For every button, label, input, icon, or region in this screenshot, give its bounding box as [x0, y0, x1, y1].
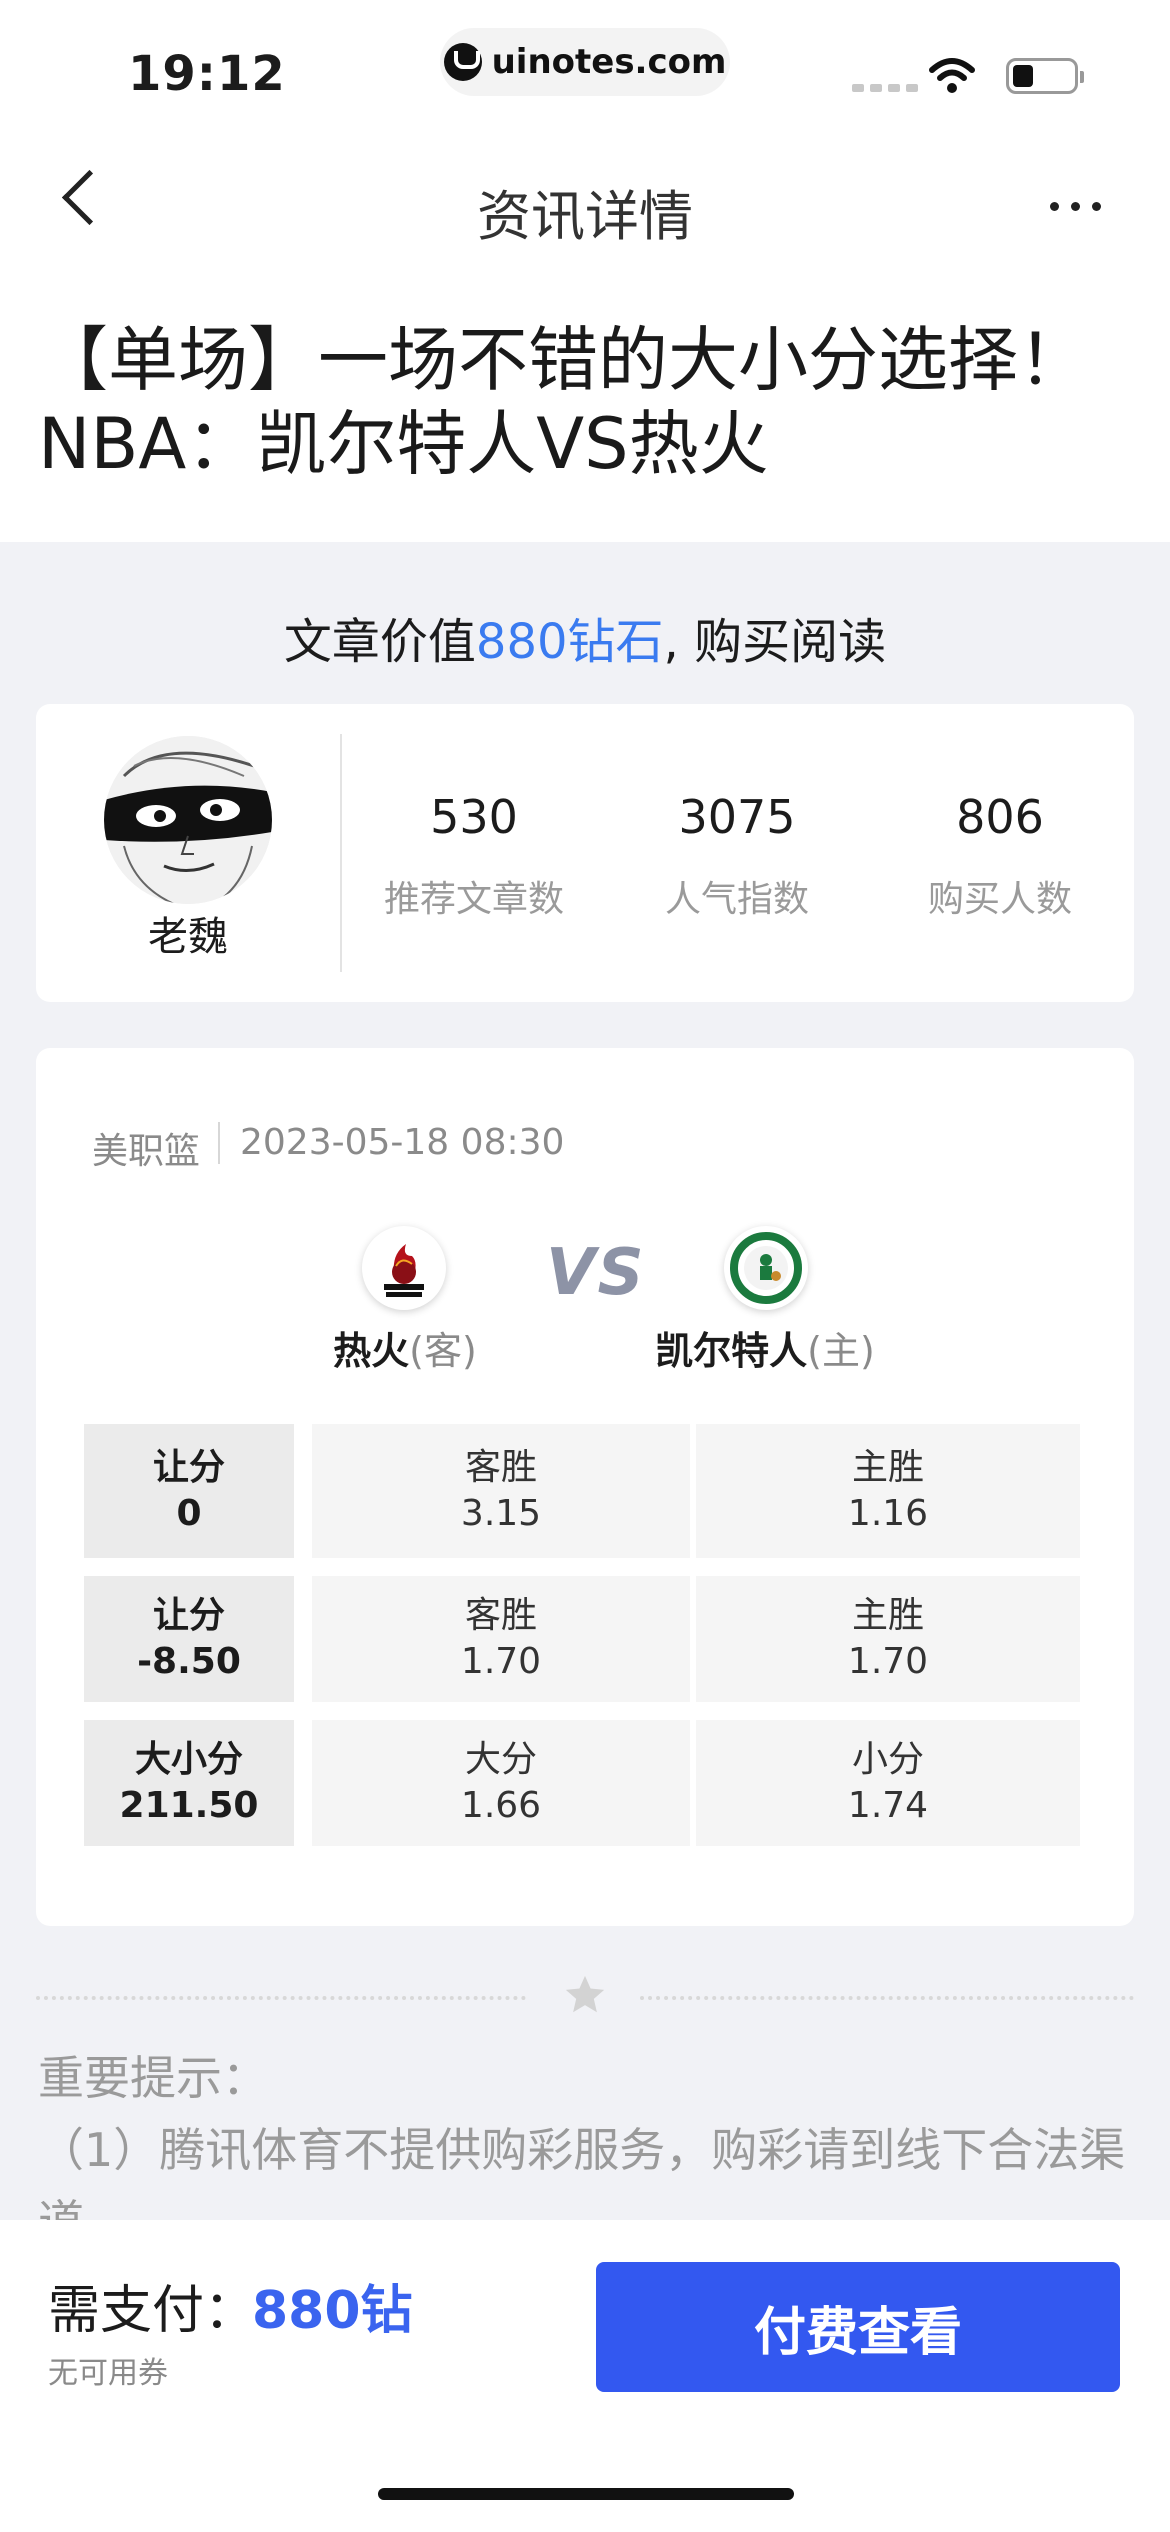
author-name: 老魏 [148, 914, 228, 960]
odds-line: 211.50 [119, 1785, 259, 1826]
odds-row-3-head: 大小分 211.50 [84, 1720, 294, 1846]
stat-buyers-label: 购买人数 [927, 879, 1072, 920]
pay-label: 需支付： [48, 2281, 257, 2341]
pay-amount: 880钻 [252, 2281, 413, 2341]
home-indicator[interactable] [378, 2488, 794, 2500]
more-icon[interactable] [1050, 202, 1101, 211]
masked-face-icon [104, 736, 272, 904]
price-amount: 880钻石 [475, 614, 664, 670]
odds-row-3-over[interactable]: 大分 1.66 [312, 1720, 690, 1846]
away-team-name: 热火(客) [300, 1320, 510, 1375]
coupon-status[interactable]: 无可用券 [48, 2348, 168, 2392]
odds-option-value: 1.70 [460, 1641, 542, 1682]
site-logo-icon [443, 43, 482, 81]
odds-row-1-home[interactable]: 主胜 1.16 [696, 1424, 1080, 1558]
signal-icon [852, 84, 918, 92]
odds-option-value: 1.74 [847, 1785, 929, 1826]
odds-option-value: 1.16 [847, 1493, 929, 1534]
wifi-icon [929, 58, 975, 93]
odds-type: 让分 [152, 1447, 225, 1488]
home-team: 凯尔特人 [655, 1329, 808, 1373]
odds-line: 0 [176, 1493, 202, 1534]
divider [218, 1122, 220, 1164]
pay-button[interactable]: 付费查看 [596, 2262, 1120, 2392]
stat-articles-value: 530 [430, 790, 518, 844]
stat-popularity-label: 人气指数 [664, 879, 809, 920]
odds-row-1-away[interactable]: 客胜 3.15 [312, 1424, 690, 1558]
odds-option-value: 3.15 [460, 1493, 542, 1534]
url-text: uinotes.com [491, 42, 727, 82]
stat-popularity-value: 3075 [678, 790, 796, 844]
divider [340, 734, 342, 972]
notice-title: 重要提示： [38, 2051, 268, 2105]
odds-option-label: 客胜 [464, 1595, 537, 1636]
url-pill[interactable]: uinotes.com [440, 28, 730, 96]
odds-line: -8.50 [137, 1641, 241, 1682]
odds-type: 让分 [152, 1595, 225, 1636]
odds-type: 大小分 [134, 1739, 243, 1780]
league-label: 美职篮 [92, 1131, 201, 1172]
odds-row-1-head: 让分 0 [84, 1424, 294, 1558]
avatar[interactable] [104, 736, 272, 904]
status-time: 19:12 [128, 46, 286, 102]
home-team-name: 凯尔特人(主) [630, 1320, 900, 1375]
odds-option-label: 主胜 [851, 1447, 924, 1488]
vs-label: VS [546, 1236, 646, 1310]
price-prefix: 文章价值 [283, 614, 476, 670]
odds-row-2-home[interactable]: 主胜 1.70 [696, 1576, 1080, 1702]
home-tag: (主) [807, 1329, 875, 1373]
odds-row-2-head: 让分 -8.50 [84, 1576, 294, 1702]
odds-option-value: 1.70 [847, 1641, 929, 1682]
odds-row-3-under[interactable]: 小分 1.74 [696, 1720, 1080, 1846]
away-tag: (客) [409, 1329, 477, 1373]
battery-icon [1006, 58, 1084, 94]
star-icon [565, 1975, 605, 2013]
celtics-logo-icon [724, 1226, 808, 1310]
page-title: 资讯详情 [477, 185, 693, 248]
dotted-divider [36, 1996, 526, 2000]
stat-buyers-value: 806 [956, 790, 1044, 844]
odds-option-label: 客胜 [464, 1447, 537, 1488]
odds-option-label: 大分 [464, 1739, 537, 1780]
price-line: 文章价值880钻石, 购买阅读 [0, 602, 1170, 672]
price-suffix: , 购买阅读 [663, 614, 887, 670]
odds-option-label: 小分 [851, 1739, 924, 1780]
article-title: 【单场】一场不错的大小分选择！NBA：凯尔特人VS热火 [38, 319, 1088, 485]
dotted-divider [640, 1996, 1134, 2000]
odds-row-2-away[interactable]: 客胜 1.70 [312, 1576, 690, 1702]
odds-option-label: 主胜 [851, 1595, 924, 1636]
stat-articles-label: 推荐文章数 [383, 879, 564, 920]
heat-logo-icon [362, 1226, 446, 1310]
odds-option-value: 1.66 [460, 1785, 542, 1826]
match-datetime: 2023-05-18 08:30 [240, 1122, 565, 1163]
away-team: 热火 [333, 1329, 410, 1373]
